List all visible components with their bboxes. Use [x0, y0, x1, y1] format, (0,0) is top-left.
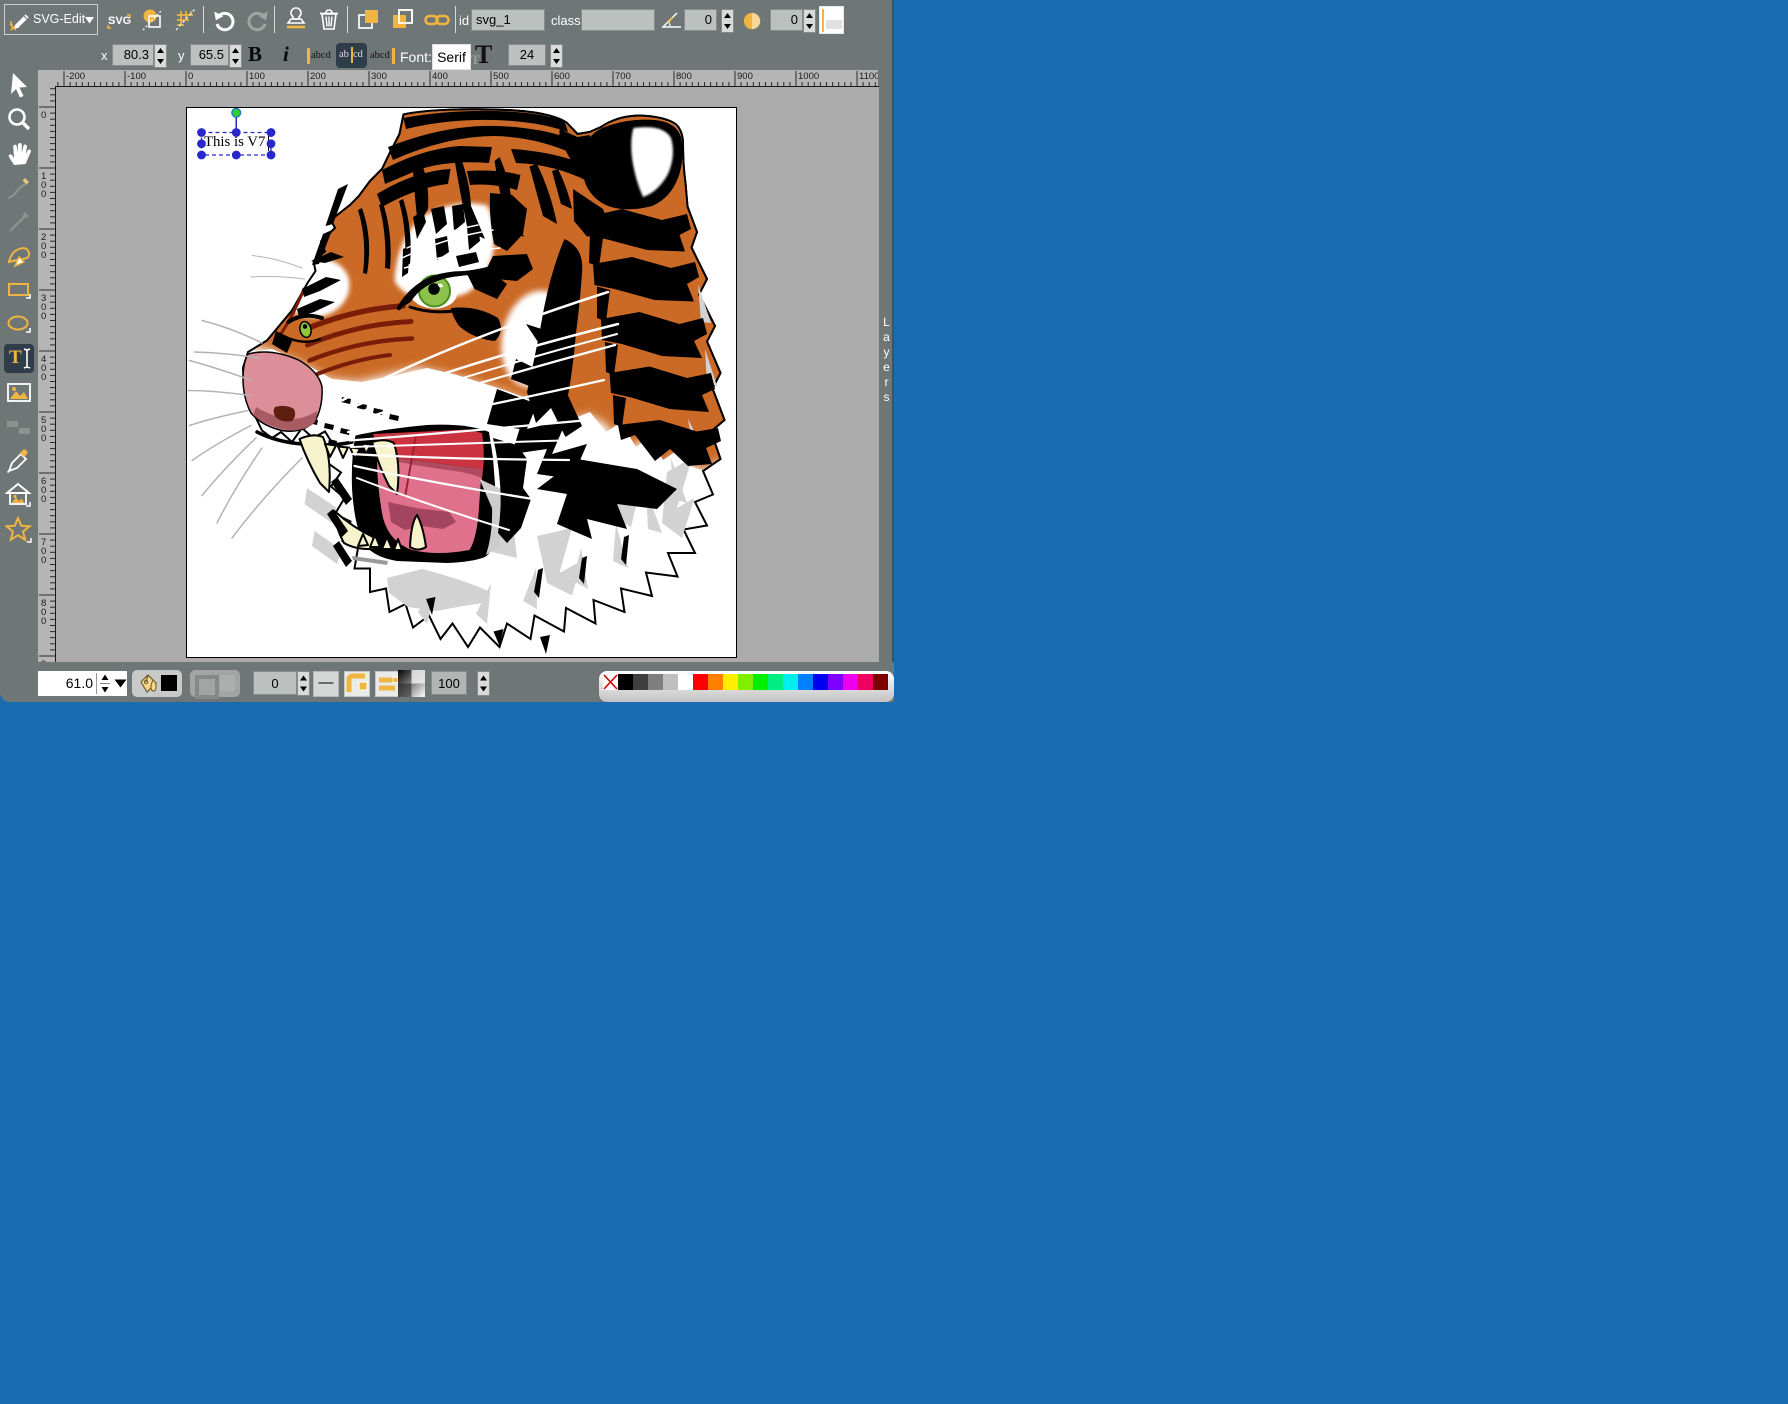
svg-text:0: 0	[41, 616, 46, 627]
svg-text:200: 200	[310, 71, 326, 82]
svg-text:0: 0	[41, 494, 46, 505]
svg-text:1100: 1100	[859, 71, 878, 82]
svg-text:400: 400	[432, 71, 448, 82]
svg-text:-100: -100	[127, 71, 146, 82]
svg-text:0: 0	[41, 189, 46, 200]
svg-text:0: 0	[41, 250, 46, 261]
svg-text:SVG: SVG	[108, 15, 131, 27]
svg-text:0: 0	[41, 433, 46, 444]
svg-text:0: 0	[41, 110, 46, 121]
svg-text:100: 100	[249, 71, 265, 82]
svg-text:300: 300	[371, 71, 387, 82]
svg-text:800: 800	[676, 71, 692, 82]
svg-text:500: 500	[493, 71, 509, 82]
svg-text:0: 0	[188, 71, 193, 82]
svg-text:600: 600	[554, 71, 570, 82]
svg-text:0: 0	[41, 311, 46, 322]
svg-text:0: 0	[41, 372, 46, 383]
svg-text:900: 900	[737, 71, 753, 82]
svg-text:-200: -200	[66, 71, 85, 82]
svg-text:700: 700	[615, 71, 631, 82]
svg-text:0: 0	[41, 555, 46, 566]
svg-text:1000: 1000	[798, 71, 819, 82]
